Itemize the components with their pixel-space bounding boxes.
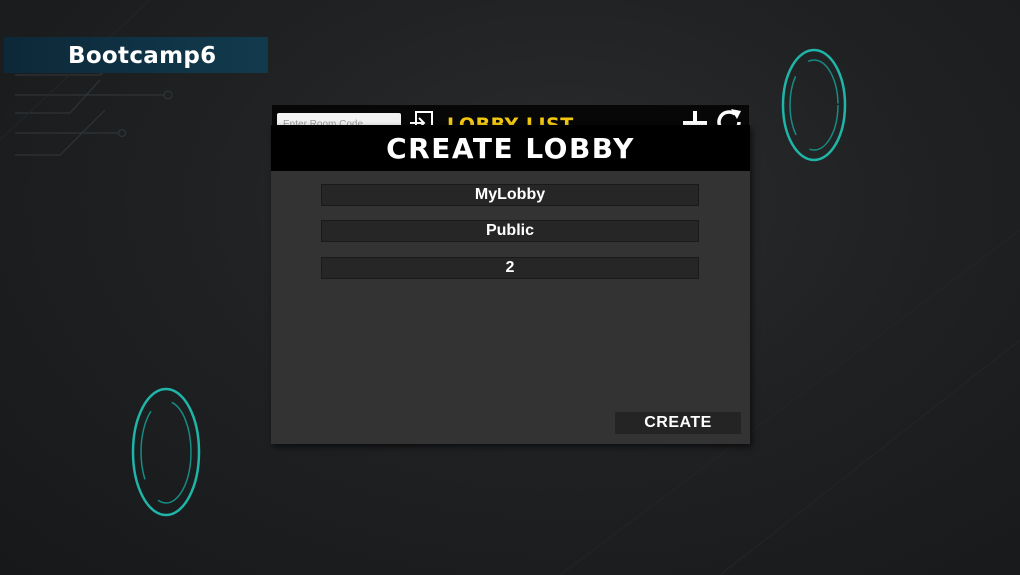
lobby-name-field[interactable]: MyLobby [321, 184, 699, 206]
app-title: Bootcamp6 [68, 43, 217, 69]
modal-header: CREATE LOBBY [271, 125, 750, 171]
ring-decoration-bottom-left [131, 387, 201, 517]
create-lobby-modal: CREATE LOBBY MyLobby Public 2 CREATE [271, 125, 750, 444]
app-title-bar: Bootcamp6 [4, 37, 268, 73]
visibility-toggle[interactable]: Public [321, 220, 699, 242]
max-players-field[interactable]: 2 [321, 257, 699, 279]
modal-title: CREATE LOBBY [386, 131, 635, 165]
ring-decoration-top-right [781, 48, 847, 162]
create-button[interactable]: CREATE [615, 412, 741, 434]
